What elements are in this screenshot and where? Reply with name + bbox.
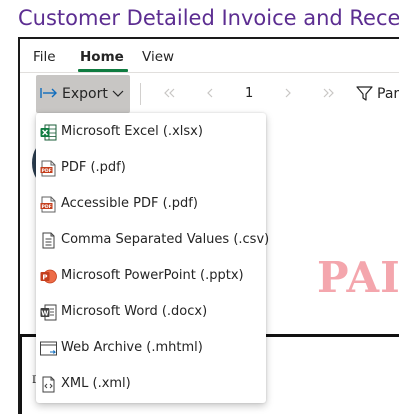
menu-item-powerpoint[interactable]: P Microsoft PowerPoint (.pptx) xyxy=(36,258,266,294)
previous-page-icon[interactable] xyxy=(205,88,215,98)
menu-item-label: Microsoft Word (.docx) xyxy=(61,304,208,319)
menu-item-label: Microsoft PowerPoint (.pptx) xyxy=(61,268,244,283)
svg-text:PDF: PDF xyxy=(42,204,52,210)
first-page-icon[interactable] xyxy=(163,88,177,98)
menu-item-label: XML (.xml) xyxy=(61,376,131,391)
next-page-icon[interactable] xyxy=(283,88,293,98)
word-icon: W xyxy=(40,304,57,321)
pdf-icon: PDF xyxy=(40,160,56,177)
menu-item-label: Comma Separated Values (.csv) xyxy=(61,232,270,247)
filter-icon[interactable] xyxy=(356,85,373,102)
report-border-vertical xyxy=(20,337,22,414)
tab-file[interactable]: File xyxy=(33,48,56,66)
menu-item-word[interactable]: W Microsoft Word (.docx) xyxy=(36,294,266,330)
excel-icon xyxy=(40,124,57,141)
export-dropdown-menu: Microsoft Excel (.xlsx) PDF PDF (.pdf) P… xyxy=(36,113,270,403)
ribbon-tabs: File Home View xyxy=(20,39,399,73)
menu-item-csv[interactable]: Comma Separated Values (.csv) xyxy=(36,222,270,258)
powerpoint-icon: P xyxy=(40,269,57,284)
paid-watermark: PAID xyxy=(317,253,399,302)
menu-item-accessible-pdf[interactable]: PDF Accessible PDF (.pdf) xyxy=(36,186,266,222)
svg-text:W: W xyxy=(41,310,49,318)
menu-item-web-archive[interactable]: Web Archive (.mhtml) xyxy=(36,330,266,366)
svg-text:P: P xyxy=(42,274,47,282)
tab-home[interactable]: Home xyxy=(80,48,124,66)
accessible-pdf-icon: PDF xyxy=(40,196,56,213)
menu-item-pdf[interactable]: PDF PDF (.pdf) xyxy=(36,150,266,186)
export-button[interactable]: Export xyxy=(36,75,130,113)
menu-item-excel[interactable]: Microsoft Excel (.xlsx) xyxy=(36,114,266,150)
menu-item-label: PDF (.pdf) xyxy=(61,160,126,175)
tab-view[interactable]: View xyxy=(142,48,174,66)
ribbon-divider xyxy=(20,72,399,73)
export-label: Export xyxy=(62,86,108,102)
page-number[interactable]: 1 xyxy=(245,86,253,102)
menu-item-xml[interactable]: XML (.xml) xyxy=(36,366,266,402)
last-page-icon[interactable] xyxy=(321,88,335,98)
menu-item-label: Accessible PDF (.pdf) xyxy=(61,196,198,211)
menu-item-label: Microsoft Excel (.xlsx) xyxy=(61,124,203,139)
page-title: Customer Detailed Invoice and Receipt xyxy=(18,6,399,30)
menu-item-label: Web Archive (.mhtml) xyxy=(61,340,203,355)
export-arrow-icon xyxy=(40,88,57,98)
parameters-button[interactable]: Parameters xyxy=(377,85,399,103)
svg-text:PDF: PDF xyxy=(42,168,52,174)
web-archive-icon xyxy=(40,341,57,356)
chevron-down-icon xyxy=(112,90,124,97)
xml-icon xyxy=(42,376,55,393)
toolbar-separator xyxy=(140,83,141,105)
csv-icon xyxy=(42,232,55,249)
